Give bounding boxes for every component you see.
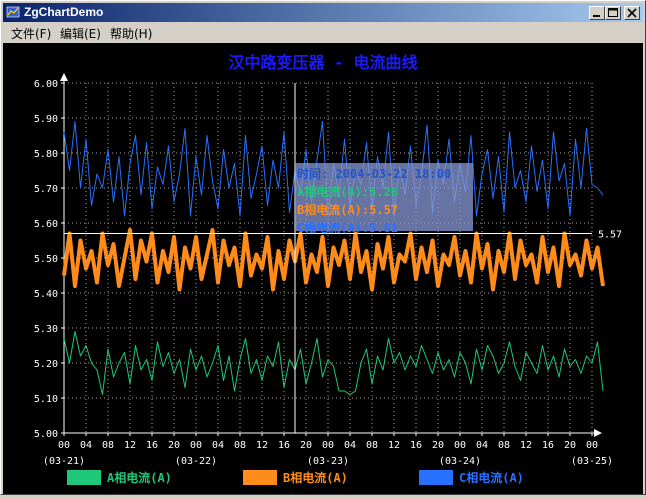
menu-edit[interactable]: 编辑(E) — [60, 25, 101, 42]
x-date-label: (03-23) — [307, 456, 349, 467]
chart-area[interactable]: 汉中路变压器 - 电流曲线 5.00 5.10 5.20 5.30 5.40 5.50 5.6… — [3, 43, 643, 494]
x-axis-arrow — [594, 429, 602, 437]
close-icon — [627, 8, 637, 18]
x-tick-label: 00 — [322, 440, 334, 451]
y-tick-label: 5.00 — [34, 429, 58, 440]
y-tick-label: 5.20 — [34, 359, 58, 370]
x-tick-label: 04 — [344, 440, 356, 451]
legend-label-3: C相电流(A) — [459, 470, 524, 485]
x-tick-label: 08 — [498, 440, 510, 451]
menu-file[interactable]: 文件(F) — [11, 25, 51, 42]
legend-label-2: B相电流(A) — [283, 470, 348, 485]
maximize-button[interactable] — [605, 6, 621, 20]
title-bar[interactable]: ZgChartDemo — [3, 3, 643, 22]
app-window: ZgChartDemo 文件(F) 编辑(E) 帮助(H) 汉中路变压器 - 电… — [0, 0, 646, 495]
menu-bar: 文件(F) 编辑(E) 帮助(H) — [3, 23, 643, 42]
menu-help[interactable]: 帮助(H) — [110, 25, 152, 42]
x-date-label: (03-24) — [439, 456, 481, 467]
chart-title: 汉中路变压器 - 电流曲线 — [229, 53, 418, 72]
legend-swatch-2 — [243, 470, 277, 485]
x-tick-label: 12 — [256, 440, 268, 451]
x-tick-label: 16 — [542, 440, 554, 451]
tooltip-row: B相电流(A):5.57 — [297, 202, 398, 217]
series-line-1 — [63, 331, 604, 395]
x-tick-label: 16 — [146, 440, 158, 451]
y-tick-label: 5.10 — [34, 394, 58, 405]
y-tick-label: 5.70 — [34, 184, 58, 195]
x-tick-label: 20 — [300, 440, 312, 451]
x-tick-label: 12 — [124, 440, 136, 451]
minimize-button[interactable] — [589, 6, 605, 20]
x-tick-label: 00 — [454, 440, 466, 451]
y-tick-label: 5.90 — [34, 114, 58, 125]
x-tick-label: 20 — [168, 440, 180, 451]
x-tick-label: 12 — [520, 440, 532, 451]
x-tick-label: 00 — [586, 440, 598, 451]
y-tick-label: 5.30 — [34, 324, 58, 335]
series-line-2 — [62, 228, 605, 292]
x-tick-label: 04 — [212, 440, 224, 451]
close-button[interactable] — [624, 6, 640, 20]
x-tick-label: 08 — [102, 440, 114, 451]
current-chart[interactable]: 汉中路变压器 - 电流曲线 5.00 5.10 5.20 5.30 5.40 5.50 5.6… — [3, 43, 643, 494]
y-tick-label: 6.00 — [34, 79, 58, 90]
x-date-label: (03-25) — [571, 456, 613, 467]
legend-swatch-1 — [67, 470, 101, 485]
window-title: ZgChartDemo — [24, 5, 104, 19]
tooltip-row: C相电流(A):5.81 — [297, 220, 398, 235]
y-tick-label: 5.40 — [34, 289, 58, 300]
x-date-label: (03-21) — [43, 456, 85, 467]
tooltip-row: 时间: 2004-03-22 18:00 — [297, 166, 451, 181]
x-tick-label: 12 — [388, 440, 400, 451]
y-tick-label: 5.50 — [34, 254, 58, 265]
cursor-value-label: 5.57 — [598, 230, 622, 241]
x-tick-label: 20 — [432, 440, 444, 451]
maximize-icon — [608, 8, 618, 17]
x-tick-label: 08 — [366, 440, 378, 451]
x-tick-label: 16 — [278, 440, 290, 451]
x-tick-label: 16 — [410, 440, 422, 451]
x-tick-label: 04 — [476, 440, 488, 451]
y-axis-arrow — [60, 73, 68, 81]
x-tick-label: 04 — [80, 440, 92, 451]
x-tick-label: 00 — [58, 440, 70, 451]
x-tick-label: 00 — [190, 440, 202, 451]
x-tick-label: 08 — [234, 440, 246, 451]
x-tick-label: 20 — [564, 440, 576, 451]
x-date-label: (03-22) — [175, 456, 217, 467]
legend-label-1: A相电流(A) — [107, 470, 172, 485]
minimize-icon — [593, 15, 600, 17]
y-tick-label: 5.80 — [34, 149, 58, 160]
tooltip-row: A相电流(A):5.26 — [297, 184, 398, 199]
legend-swatch-3 — [419, 470, 453, 485]
app-icon — [6, 6, 20, 18]
y-tick-label: 5.60 — [34, 219, 58, 230]
